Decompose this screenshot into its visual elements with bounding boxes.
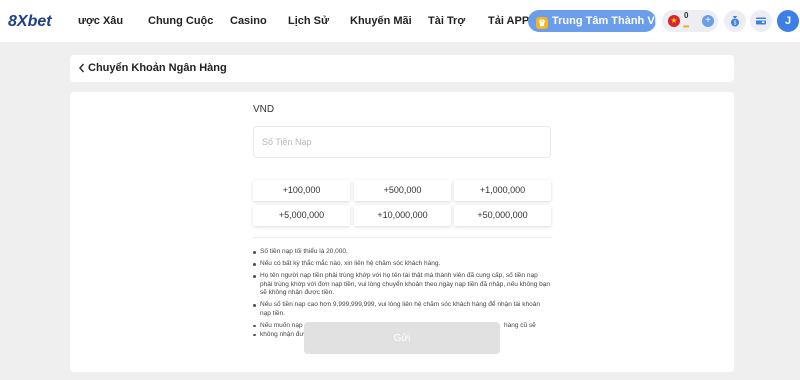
deposit-bag-icon: $ <box>731 16 739 27</box>
deposit-form-card: VND +100,000 +500,000 +1,000,000 +5,000,… <box>70 92 734 372</box>
note-item: Nếu số tiền nạp cao hơn 9,999,999,999, v… <box>253 301 551 318</box>
quick-amount-10000000[interactable]: +10,000,000 <box>354 205 451 226</box>
wallet-card-icon <box>756 17 766 25</box>
deposit-bag-button[interactable]: $ <box>724 10 746 32</box>
note-item: Số tiền nạp tối thiểu là 20,000. <box>253 248 551 257</box>
chevron-left-icon[interactable] <box>77 62 87 74</box>
quick-amount-5000000[interactable]: +5,000,000 <box>253 205 350 226</box>
nav-item-sponsorship[interactable]: Tài Trợ <box>428 0 465 42</box>
member-center-label: Trung Tâm Thành Viên <box>552 15 656 27</box>
balance-value: 0 <box>684 11 689 20</box>
note-item: Họ tên người nạp tiền phải trùng khớp vớ… <box>253 272 551 298</box>
note-item-end: hàng cũ sẽ <box>504 321 536 329</box>
divider <box>253 237 551 238</box>
nav-item-download-app[interactable]: Tải APP <box>488 0 529 42</box>
currency-label: VND <box>253 104 275 115</box>
quick-amount-500000[interactable]: +500,000 <box>354 180 451 201</box>
loading-dots-icon: ••• <box>683 22 689 31</box>
note-item-cont: không nhận đư <box>260 330 304 338</box>
avatar[interactable]: J <box>777 10 799 32</box>
balance-widget[interactable]: ★ 0 ••• + <box>662 10 718 32</box>
nav-item-parlay[interactable]: ược Xâu <box>78 0 123 42</box>
page-header: Chuyển Khoản Ngân Hàng <box>70 55 734 82</box>
submit-button[interactable]: Gửi <box>304 322 500 354</box>
logo-text: 8Xbet <box>8 13 52 30</box>
plus-icon[interactable]: + <box>702 15 714 27</box>
page-title: Chuyển Khoản Ngân Hàng <box>88 62 227 74</box>
top-navigation-bar: 8Xbet ược Xâu Chung Cuộc Casino Lịch Sử … <box>0 0 800 42</box>
wallet-card-button[interactable] <box>750 10 772 32</box>
quick-amount-1000000[interactable]: +1,000,000 <box>454 180 551 201</box>
vietnam-flag-icon: ★ <box>668 15 680 27</box>
nav-item-history[interactable]: Lịch Sử <box>288 0 329 42</box>
logo[interactable]: 8Xbet <box>8 11 72 31</box>
quick-amount-50000000[interactable]: +50,000,000 <box>454 205 551 226</box>
quick-amount-100000[interactable]: +100,000 <box>253 180 350 201</box>
deposit-amount-input[interactable] <box>253 126 551 158</box>
note-item-start: Nếu muốn nạp <box>260 321 303 329</box>
member-center-button[interactable]: ♛ Trung Tâm Thành Viên <box>528 10 656 32</box>
svg-text:$: $ <box>734 21 737 27</box>
nav-item-casino[interactable]: Casino <box>230 0 267 42</box>
nav-item-promotions[interactable]: Khuyến Mãi <box>350 0 412 42</box>
nav-item-outright[interactable]: Chung Cuộc <box>148 0 213 42</box>
note-item: Nếu có bất kỳ thắc mắc nào, xin liên hệ … <box>253 260 551 269</box>
crown-icon: ♛ <box>536 17 548 29</box>
